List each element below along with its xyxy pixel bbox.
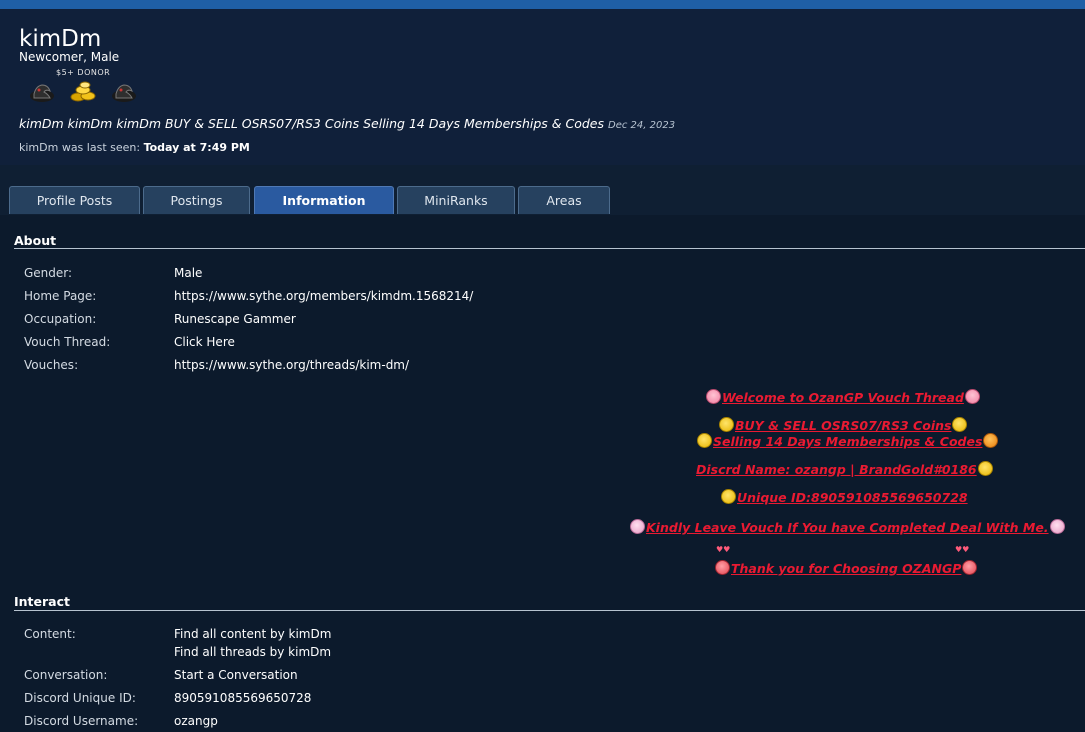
last-seen-value: Today at 7:49 PM — [143, 141, 250, 154]
signature-line-thanks[interactable]: Thank you for Choosing OZANGP — [714, 560, 978, 576]
interact-heading: Interact — [14, 594, 70, 609]
tab-profile-posts[interactable]: Profile Posts — [9, 186, 140, 214]
signature-line5-text: Unique ID:890591085569650728 — [737, 490, 968, 505]
dark-horse-badge-icon — [112, 84, 136, 102]
tab-miniranks[interactable]: MiniRanks — [397, 186, 515, 214]
tongue-emoji-icon — [706, 389, 721, 404]
signature-line3-text: Selling 14 Days Memberships & Codes — [713, 434, 983, 449]
home-page-label: Home Page: — [24, 289, 97, 303]
signature-line1-text: Welcome to OzanGP Vouch Thread — [722, 390, 964, 405]
occupation-label: Occupation: — [24, 312, 97, 326]
last-seen: kimDm was last seen: Today at 7:49 PM — [19, 141, 250, 154]
discord-username-value: ozangp — [174, 714, 218, 728]
gold-coins-badge-icon — [70, 81, 96, 102]
crying-emoji-icon — [1049, 519, 1065, 534]
hearts-icon: ♥♥ — [716, 545, 731, 554]
love-emoji-icon — [715, 560, 730, 575]
home-page-link[interactable]: https://www.sythe.org/members/kimdm.1568… — [174, 289, 473, 303]
love-emoji-icon — [962, 560, 978, 575]
smile-emoji-icon — [721, 489, 736, 504]
tab-areas[interactable]: Areas — [518, 186, 610, 214]
interact-divider — [14, 610, 1085, 611]
content-label: Content: — [24, 627, 76, 641]
dark-horse-badge-icon — [30, 84, 54, 102]
signature-line-unique-id[interactable]: Unique ID:890591085569650728 — [720, 489, 968, 505]
occupation-value: Runescape Gammer — [174, 312, 296, 326]
vouch-thread-label: Vouch Thread: — [24, 335, 111, 349]
about-heading: About — [14, 233, 57, 248]
discord-id-label: Discord Unique ID: — [24, 691, 136, 705]
grin-emoji-icon — [952, 417, 968, 432]
start-conversation-link[interactable]: Start a Conversation — [174, 668, 298, 682]
find-threads-link[interactable]: Find all threads by kimDm — [174, 645, 331, 659]
profile-header: kimDm Newcomer, Male $5+ DONOR kimDm kim… — [0, 9, 1085, 165]
tab-postings[interactable]: Postings — [143, 186, 250, 214]
discord-id-value: 890591085569650728 — [174, 691, 312, 705]
signature-line2-text: BUY & SELL OSRS07/RS3 Coins — [735, 418, 952, 433]
signature-line-memberships[interactable]: Selling 14 Days Memberships & Codes — [696, 433, 999, 449]
user-title: Newcomer, Male — [19, 50, 120, 64]
signature-line4-text: Discrd Name: ozangp | BrandGold#0186 — [696, 462, 977, 477]
gender-label: Gender: — [24, 266, 73, 280]
signature-line-discord[interactable]: Discrd Name: ozangp | BrandGold#0186 — [696, 461, 994, 477]
top-bar — [0, 0, 1085, 9]
crying-emoji-icon — [630, 519, 645, 534]
signature-line-buy-sell[interactable]: BUY & SELL OSRS07/RS3 Coins — [718, 417, 968, 433]
gender-value: Male — [174, 266, 203, 280]
status-date[interactable]: Dec 24, 2023 — [608, 120, 675, 131]
donor-label: $5+ DONOR — [56, 68, 111, 77]
status-text: kimDm kimDm kimDm BUY & SELL OSRS07/RS3 … — [19, 116, 604, 131]
smile-emoji-icon — [977, 461, 993, 476]
information-panel: About Gender: Male Home Page: https://ww… — [0, 215, 1085, 732]
vouches-label: Vouches: — [24, 358, 79, 372]
wink-emoji-icon — [719, 417, 734, 432]
about-divider — [14, 248, 1085, 249]
tongue-emoji-icon — [964, 389, 980, 404]
vouches-link[interactable]: https://www.sythe.org/threads/kim-dm/ — [174, 358, 409, 372]
username[interactable]: kimDm — [19, 26, 101, 52]
tab-information[interactable]: Information — [254, 186, 394, 214]
signature-line-welcome[interactable]: Welcome to OzanGP Vouch Thread — [705, 389, 981, 405]
last-seen-label: kimDm was last seen: — [19, 141, 141, 154]
vouch-thread-link[interactable]: Click Here — [174, 335, 235, 349]
surprised-emoji-icon — [983, 433, 999, 448]
discord-username-label: Discord Username: — [24, 714, 139, 728]
signature-line6-text: Kindly Leave Vouch If You have Completed… — [646, 520, 1049, 535]
conversation-label: Conversation: — [24, 668, 108, 682]
signature-line7-text: Thank you for Choosing OZANGP — [731, 561, 962, 576]
signature-line-vouch[interactable]: Kindly Leave Vouch If You have Completed… — [629, 519, 1066, 535]
profile-status: kimDm kimDm kimDm BUY & SELL OSRS07/RS3 … — [19, 116, 675, 131]
hearts-icon: ♥♥ — [955, 545, 970, 554]
find-content-link[interactable]: Find all content by kimDm — [174, 627, 331, 641]
cool-emoji-icon — [697, 433, 712, 448]
